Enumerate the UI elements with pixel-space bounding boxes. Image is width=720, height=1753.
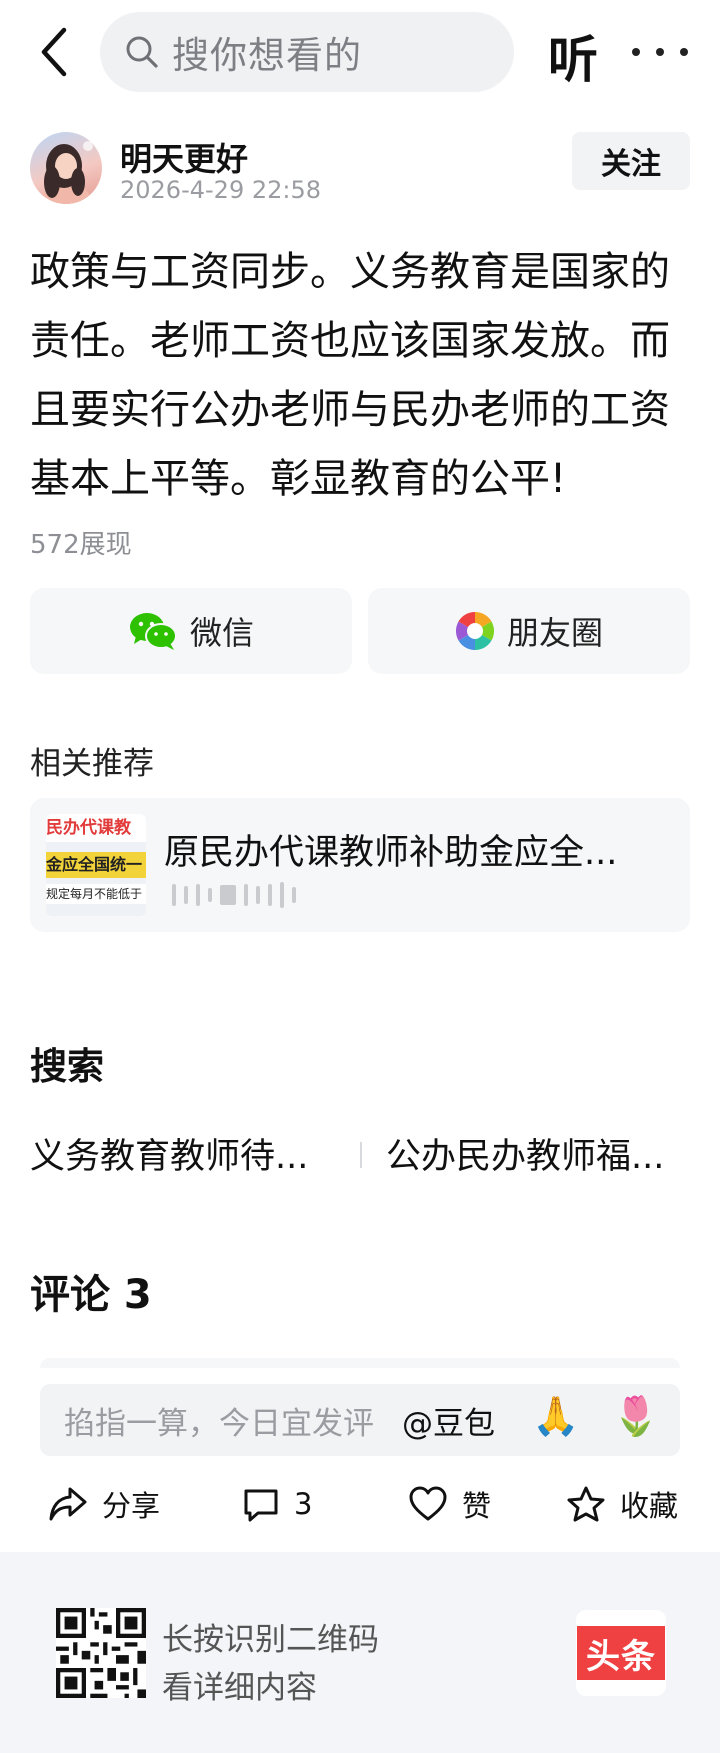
moments-icon xyxy=(455,611,495,651)
comment-count: 3 xyxy=(294,1487,313,1521)
footer-banner: 长按识别二维码 看详细内容 头条 xyxy=(0,1552,720,1753)
share-moments-button[interactable]: 朋友圈 xyxy=(368,588,690,674)
post-timestamp: 2026-4-29 22:58 xyxy=(120,176,321,204)
comment-button[interactable]: 3 xyxy=(242,1470,312,1538)
back-button[interactable] xyxy=(30,24,78,80)
post-text: 政策与工资同步。义务教育是国家的责任。老师工资也应该国家发放。而且要实行公办老师… xyxy=(30,249,670,502)
related-meta-placeholder xyxy=(172,882,296,908)
thumb-line-3: 规定每月不能低于 xyxy=(46,884,146,904)
star-icon xyxy=(567,1486,605,1522)
search-bar[interactable]: 搜你想看的 xyxy=(100,12,514,92)
like-label: 赞 xyxy=(462,1489,492,1523)
chevron-left-icon xyxy=(41,27,67,77)
follow-button[interactable]: 关注 xyxy=(572,132,690,190)
footer-line-2: 看详细内容 xyxy=(162,1670,317,1706)
flower-emoji-icon[interactable]: 🌷 xyxy=(612,1394,659,1439)
related-item[interactable]: 民办代课教 金应全国统一 规定每月不能低于 原民办代课教师补助金应全... xyxy=(30,798,690,932)
comments-title: 评论 3 xyxy=(30,1272,152,1318)
top-bar: 搜你想看的 听 xyxy=(0,0,720,104)
toutiao-logo-text: 头条 xyxy=(577,1626,665,1680)
avatar[interactable] xyxy=(30,132,102,204)
author-name[interactable]: 明天更好 xyxy=(120,134,248,180)
comment-card-edge xyxy=(40,1358,680,1368)
wechat-label: 微信 xyxy=(189,614,254,652)
like-button[interactable]: 赞 xyxy=(408,1470,491,1538)
wechat-icon xyxy=(129,613,177,650)
footer-line-1: 长按识别二维码 xyxy=(162,1622,379,1658)
action-bar: 分享 3 赞 收藏 xyxy=(0,1470,720,1538)
more-icon[interactable] xyxy=(632,32,688,72)
view-count: 572展现 xyxy=(30,530,132,560)
comment-icon xyxy=(244,1489,278,1522)
qr-code-icon[interactable] xyxy=(56,1608,146,1698)
search-placeholder: 搜你想看的 xyxy=(172,34,362,77)
search-suggestion[interactable]: 义务教育教师待... xyxy=(30,1128,308,1179)
favorite-label: 收藏 xyxy=(620,1489,679,1523)
related-thumbnail: 民办代课教 金应全国统一 规定每月不能低于 xyxy=(46,814,146,916)
moments-label: 朋友圈 xyxy=(506,614,603,652)
mention-doubao-button[interactable]: @豆包 xyxy=(402,1398,495,1443)
share-button[interactable]: 分享 xyxy=(48,1470,160,1538)
pray-emoji-icon[interactable]: 🙏 xyxy=(532,1394,579,1439)
search-section-title: 搜索 xyxy=(30,1045,104,1088)
favorite-button[interactable]: 收藏 xyxy=(566,1470,678,1538)
listen-button[interactable]: 听 xyxy=(548,20,598,92)
divider xyxy=(360,1142,362,1168)
share-icon xyxy=(49,1487,87,1521)
related-section-title: 相关推荐 xyxy=(30,746,154,782)
share-wechat-button[interactable]: 微信 xyxy=(30,588,352,674)
comment-input[interactable]: 掐指一算，今日宜发评 @豆包 🙏 🌷 xyxy=(40,1384,680,1456)
thumb-line-1: 民办代课教 xyxy=(46,814,146,842)
author-row: 明天更好 2026-4-29 22:58 关注 xyxy=(30,132,690,212)
toutiao-logo: 头条 xyxy=(576,1610,666,1696)
thumb-line-2: 金应全国统一 xyxy=(46,852,146,878)
search-icon xyxy=(124,32,164,72)
search-suggestions: 义务教育教师待... 公办民办教师福... xyxy=(30,1128,690,1184)
comment-input-placeholder: 掐指一算，今日宜发评 xyxy=(64,1406,374,1442)
search-suggestion[interactable]: 公办民办教师福... xyxy=(386,1128,664,1179)
share-label: 分享 xyxy=(102,1489,161,1523)
related-item-title: 原民办代课教师补助金应全... xyxy=(164,833,618,873)
share-row: 微信 朋友圈 xyxy=(30,588,690,674)
heart-icon xyxy=(409,1486,447,1521)
